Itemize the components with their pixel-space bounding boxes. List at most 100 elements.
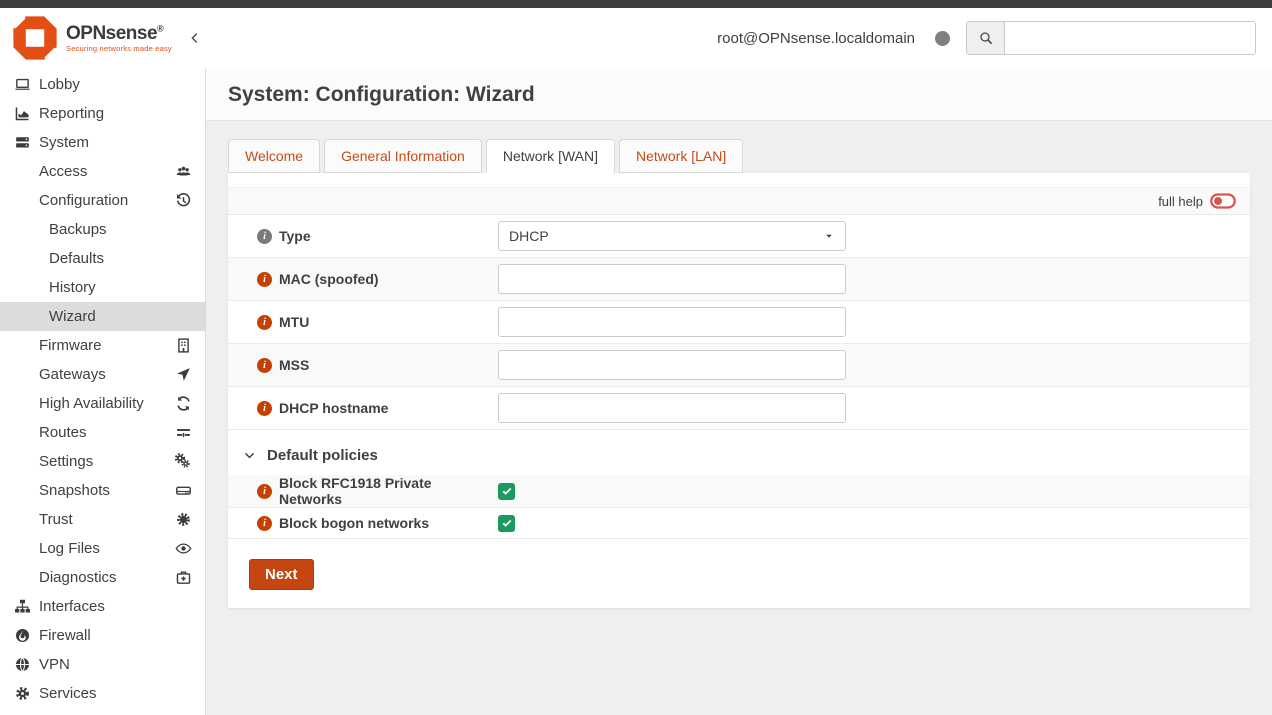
toggle-off-icon [1210, 193, 1236, 209]
form-row-type: i Type DHCP [228, 215, 1250, 258]
tab-network-wan[interactable]: Network [WAN] [486, 139, 615, 173]
sidebar-item-lobby[interactable]: Lobby [0, 70, 205, 99]
full-help-label: full help [1158, 194, 1203, 209]
sidebar-item-log-files[interactable]: Log Files [0, 534, 205, 563]
sidebar-item-firmware[interactable]: Firmware [0, 331, 205, 360]
sidebar-item-backups[interactable]: Backups [0, 215, 205, 244]
sidebar-item-routes[interactable]: Routes [0, 418, 205, 447]
sidebar-item-power[interactable]: Power [0, 708, 205, 715]
sidebar-item-label: Lobby [39, 76, 80, 93]
sidebar-item-wizard[interactable]: Wizard [0, 302, 205, 331]
sidebar-item-diagnostics[interactable]: Diagnostics [0, 563, 205, 592]
sidebar-item-services[interactable]: Services [0, 679, 205, 708]
chevron-left-icon [188, 31, 202, 45]
field-label: i MAC (spoofed) [257, 271, 498, 287]
field-label-text: Block RFC1918 Private Networks [279, 475, 490, 507]
info-icon[interactable]: i [257, 272, 272, 287]
sidebar-item-label: Wizard [49, 308, 96, 325]
dhcp-hostname-input[interactable] [498, 393, 846, 423]
block-rfc1918-private-networks-checkbox[interactable] [498, 483, 515, 500]
sidebar-item-label: History [49, 279, 96, 296]
info-icon[interactable]: i [257, 358, 272, 373]
sidebar-item-configuration[interactable]: Configuration [0, 186, 205, 215]
mss-input[interactable] [498, 350, 846, 380]
sidebar-item-snapshots[interactable]: Snapshots [0, 476, 205, 505]
info-icon[interactable]: i [257, 484, 272, 499]
wizard-panel: full help iTypeDHCPiMAC (spoofed)iMTUiMS… [228, 173, 1250, 608]
sidebar-item-access[interactable]: Access [0, 157, 205, 186]
sidebar-item-label: Firmware [39, 337, 102, 354]
brand-tagline: Securing networks made easy [66, 45, 172, 53]
info-icon[interactable]: i [257, 315, 272, 330]
sidebar-item-label: VPN [39, 656, 70, 673]
server-icon [12, 134, 33, 151]
sidebar-item-label: Services [39, 685, 97, 702]
section-title: Default policies [267, 447, 378, 464]
sidebar-item-firewall[interactable]: Firewall [0, 621, 205, 650]
sidebar-item-vpn[interactable]: VPN [0, 650, 205, 679]
info-icon[interactable]: i [257, 401, 272, 416]
mac-spoofed-input[interactable] [498, 264, 846, 294]
sidebar-item-label: Interfaces [39, 598, 105, 615]
block-bogon-networks-checkbox[interactable] [498, 515, 515, 532]
sidebar-item-label: Configuration [39, 192, 128, 209]
info-icon[interactable]: i [257, 229, 272, 244]
form-row-mss: i MSS [228, 344, 1250, 387]
mtu-input[interactable] [498, 307, 846, 337]
search-icon [978, 30, 994, 46]
brand-name: OPNsense® [66, 24, 172, 43]
field-label: i Block bogon networks [257, 515, 498, 531]
section-default-policies[interactable]: Default policies [228, 430, 1250, 475]
cogs-icon [175, 453, 192, 470]
form-row-mtu: iMTU [228, 301, 1250, 344]
search-addon[interactable] [967, 22, 1005, 54]
history-icon [175, 192, 192, 209]
field-label-text: MAC (spoofed) [279, 271, 379, 287]
sidebar-item-label: Routes [39, 424, 87, 441]
opnsense-logo[interactable]: OPNsense® Securing networks made easy [12, 15, 172, 61]
sidebar-item-label: Access [39, 163, 87, 180]
form-row-dhcp-hostname: iDHCP hostname [228, 387, 1250, 430]
search-input[interactable] [1005, 22, 1255, 54]
sidebar-item-reporting[interactable]: Reporting [0, 99, 205, 128]
sidebar-item-gateways[interactable]: Gateways [0, 360, 205, 389]
app-header: OPNsense® Securing networks made easy ro… [0, 8, 1272, 68]
sidebar-collapse-button[interactable] [188, 31, 202, 45]
sidebar-item-defaults[interactable]: Defaults [0, 244, 205, 273]
tab-welcome[interactable]: Welcome [228, 139, 320, 173]
main-area: System: Configuration: Wizard WelcomeGen… [206, 68, 1272, 715]
sidebar-item-label: Snapshots [39, 482, 110, 499]
status-indicator-dot [935, 31, 950, 46]
sidebar-item-label: Reporting [39, 105, 104, 122]
building-icon [175, 337, 192, 354]
sidebar-item-label: Backups [49, 221, 107, 238]
tab-network-lan[interactable]: Network [LAN] [619, 139, 743, 173]
field-label-text: MSS [279, 357, 309, 373]
sidebar-item-trust[interactable]: Trust [0, 505, 205, 534]
sidebar-item-system[interactable]: System [0, 128, 205, 157]
next-button[interactable]: Next [249, 559, 314, 590]
sidebar-item-settings[interactable]: Settings [0, 447, 205, 476]
type-select[interactable]: DHCP [498, 221, 846, 251]
page-title-band: System: Configuration: Wizard [206, 68, 1272, 121]
fire-icon [12, 627, 33, 644]
form-row-block-bogon-networks: i Block bogon networks [228, 508, 1250, 539]
gear-icon [12, 685, 33, 702]
sidebar: Lobby Reporting System Access Configuration B… [0, 68, 206, 715]
tab-general-information[interactable]: General Information [324, 139, 482, 173]
field-label: iDHCP hostname [257, 400, 498, 416]
sidebar-item-high-availability[interactable]: High Availability [0, 389, 205, 418]
hdd-icon [175, 482, 192, 499]
users-icon [175, 163, 192, 180]
info-icon[interactable]: i [257, 516, 272, 531]
eye-icon [175, 540, 192, 557]
full-help-row: full help [228, 187, 1250, 215]
opnsense-logo-icon [12, 15, 58, 61]
field-label-text: Type [279, 228, 311, 244]
sidebar-item-label: Log Files [39, 540, 100, 557]
sidebar-item-history[interactable]: History [0, 273, 205, 302]
sidebar-item-interfaces[interactable]: Interfaces [0, 592, 205, 621]
sidebar-item-label: Trust [39, 511, 73, 528]
full-help-toggle[interactable] [1210, 193, 1236, 209]
field-label-text: Block bogon networks [279, 515, 429, 531]
